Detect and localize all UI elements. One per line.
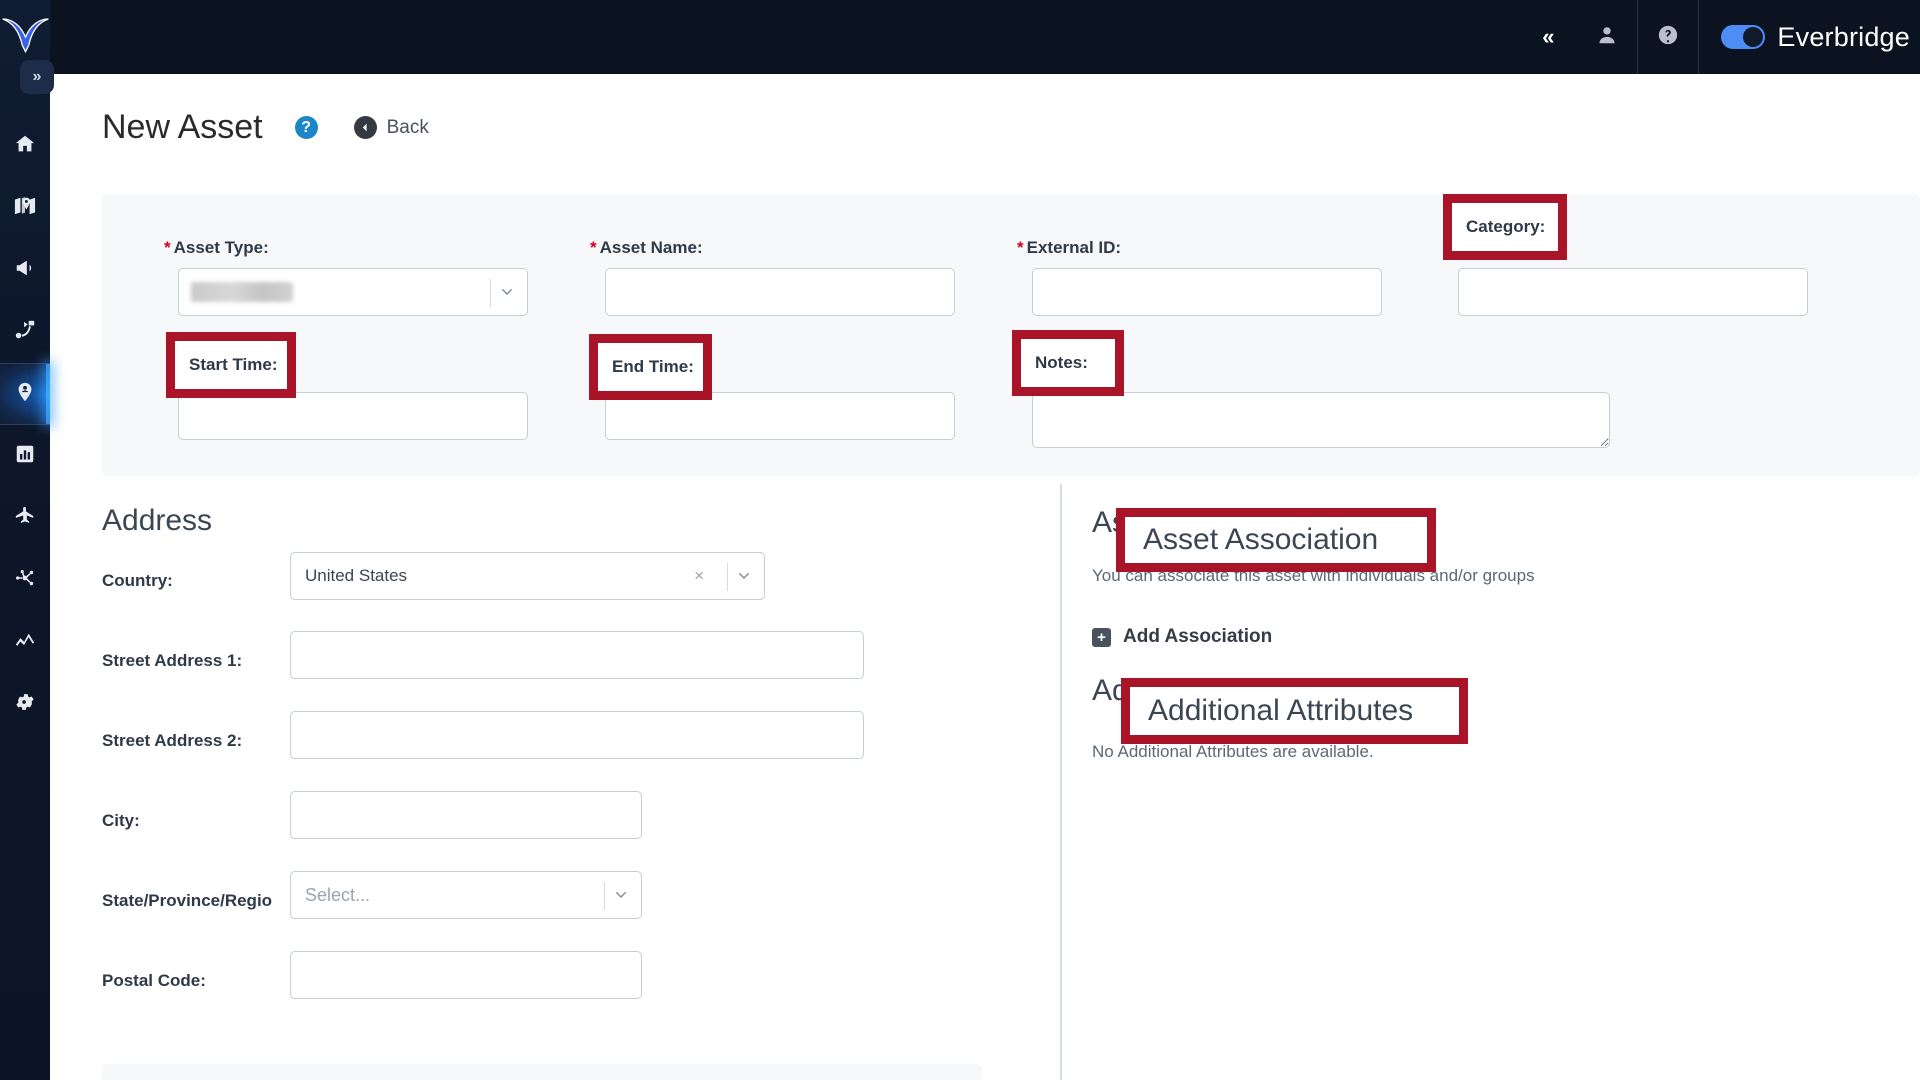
select-divider (727, 563, 728, 591)
expand-sidebar-button[interactable]: » (20, 60, 54, 94)
sidebar-item-map[interactable] (0, 177, 50, 239)
sidebar-item-travel[interactable] (0, 487, 50, 549)
theme-toggle-switch[interactable] (1721, 25, 1766, 49)
megaphone-icon (14, 257, 36, 284)
end-time-input[interactable] (605, 392, 955, 440)
asset-type-label: * Asset Type: (164, 238, 269, 257)
line-chart-icon (14, 629, 36, 656)
chevron-down-icon (499, 284, 515, 300)
column-divider (1060, 484, 1062, 1080)
chevron-double-left-icon: « (1542, 24, 1554, 49)
help-button[interactable] (1638, 0, 1698, 74)
street-address-1-input[interactable] (290, 631, 864, 679)
required-asterisk: * (590, 238, 597, 257)
plus-square-icon: + (1092, 627, 1111, 647)
brand-name: Everbridge (1777, 21, 1910, 52)
route-icon (14, 319, 36, 346)
asset-name-label: * Asset Name: (590, 238, 703, 257)
asset-detail-form-panel: * Asset Type: * Asset Name: * External ID: … (102, 194, 1920, 476)
street-address-2-label: Street Address 2: (102, 731, 243, 750)
country-value: United States (305, 566, 408, 585)
app-root: » « Everbridge New Asset ? Back * Asset … (0, 0, 1920, 1080)
notes-textarea[interactable] (1032, 392, 1610, 448)
back-label: Back (386, 116, 429, 138)
sidebar-item-reports[interactable] (0, 425, 50, 487)
chevron-down-icon (736, 568, 752, 584)
required-asterisk: * (1017, 238, 1024, 257)
sidebar-item-itinerary[interactable] (0, 301, 50, 363)
user-account-button[interactable] (1577, 0, 1637, 74)
state-province-region-label: State/Province/Regio (102, 891, 273, 910)
select-divider (490, 279, 491, 307)
home-icon (14, 133, 36, 160)
category-input[interactable] (1458, 268, 1808, 316)
page-header: New Asset ? Back (50, 74, 1920, 147)
expand-sidebar-icon: » (32, 68, 42, 85)
category-label: Category: (1443, 238, 1523, 257)
select-divider (604, 882, 605, 910)
city-label: City: (102, 811, 140, 830)
network-icon (14, 567, 36, 594)
asset-association-title: Asset Association (1092, 506, 1328, 539)
asset-type-redacted-value (191, 282, 293, 302)
street-address-1-label: Street Address 1: (102, 651, 243, 670)
bottom-panel-strip (102, 1064, 982, 1080)
start-time-input[interactable] (178, 392, 528, 440)
sidebar-item-alerts[interactable] (0, 239, 50, 301)
asset-association-description: You can associate this asset with indivi… (1092, 566, 1535, 585)
sidebar-item-network[interactable] (0, 549, 50, 611)
external-id-label: * External ID: (1017, 238, 1122, 257)
postal-code-label: Postal Code: (102, 971, 206, 990)
page-help-icon[interactable]: ? (294, 116, 318, 139)
asset-type-select[interactable] (178, 268, 528, 316)
collapse-panel-button[interactable]: « (1517, 0, 1577, 74)
sidebar-item-assets[interactable] (0, 363, 50, 425)
add-association-label: Add Association (1123, 626, 1273, 647)
nav-item-list (0, 115, 50, 735)
sidebar-item-analytics[interactable] (0, 611, 50, 673)
close-x-icon[interactable]: × (694, 566, 704, 586)
gear-icon (14, 691, 36, 718)
main-content-card: New Asset ? Back * Asset Type: * Asset Nam… (50, 74, 1920, 1080)
street-address-2-input[interactable] (290, 711, 864, 759)
external-id-input[interactable] (1032, 268, 1382, 316)
chevron-down-icon (613, 887, 629, 903)
location-pin-person-icon (14, 381, 36, 408)
top-header-bar: « Everbridge (50, 0, 1920, 74)
required-asterisk: * (164, 238, 171, 257)
brand-toggle-group: Everbridge (1699, 0, 1920, 74)
city-input[interactable] (290, 791, 642, 839)
back-button[interactable]: Back (353, 116, 429, 139)
arrow-left-circle-icon (353, 116, 377, 139)
end-time-label: End Time: (605, 362, 687, 381)
address-section-title: Address (102, 504, 213, 537)
start-time-label: Start Time: (178, 362, 267, 381)
notes-label: Notes: (1032, 362, 1085, 381)
additional-attributes-empty-text: No Additional Attributes are available. (1092, 742, 1374, 761)
state-province-region-select[interactable]: Select... (290, 871, 642, 919)
left-nav-rail: » (0, 0, 54, 1080)
airplane-icon (14, 505, 36, 532)
postal-code-input[interactable] (290, 951, 642, 999)
state-placeholder: Select... (305, 884, 371, 905)
page-title: New Asset (102, 108, 263, 146)
additional-attributes-title: Additional Attributes (1092, 674, 1358, 707)
country-select[interactable]: United States × (290, 552, 765, 600)
country-label: Country: (102, 571, 173, 590)
user-icon (1596, 24, 1618, 51)
sidebar-item-home[interactable] (0, 115, 50, 177)
question-circle-icon (1657, 24, 1679, 51)
map-pin-icon (14, 195, 36, 222)
sidebar-item-settings[interactable] (0, 673, 50, 735)
bar-chart-icon (14, 443, 36, 470)
asset-name-input[interactable] (605, 268, 955, 316)
add-association-button[interactable]: + Add Association (1092, 626, 1272, 648)
